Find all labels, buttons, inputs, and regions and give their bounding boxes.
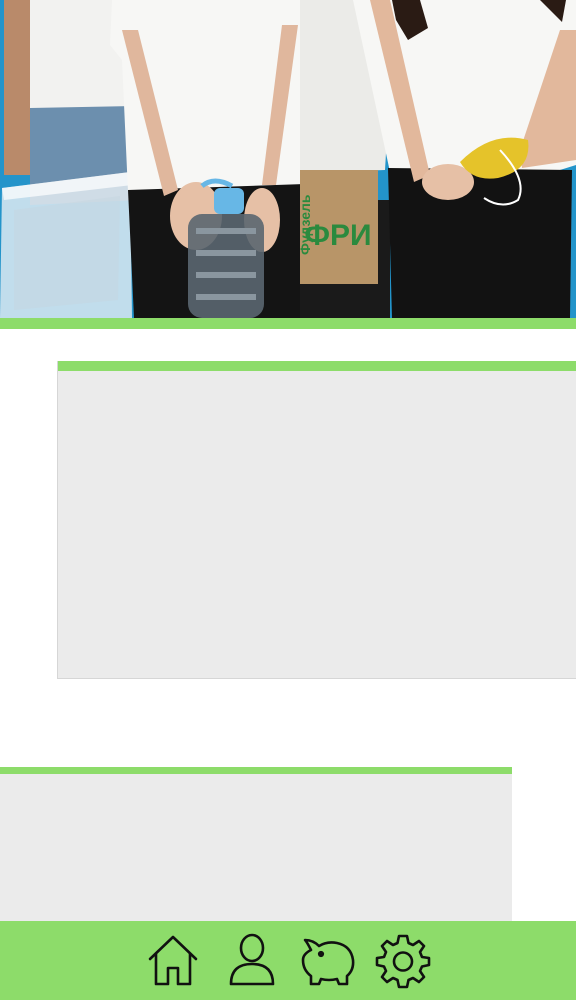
card-accent-bar [0, 767, 512, 774]
user-icon [229, 933, 275, 986]
hero-image: ФРИ Фудзель [0, 0, 576, 318]
svg-text:Фудзель: Фудзель [297, 194, 313, 255]
content-card-1[interactable] [57, 361, 576, 679]
content-card-2[interactable] [0, 767, 512, 927]
home-icon [148, 935, 198, 986]
bottom-nav [0, 921, 576, 1000]
nav-settings-button[interactable] [373, 931, 433, 991]
hero-divider-bar [0, 318, 576, 329]
piggy-bank-icon [301, 938, 355, 986]
card-accent-bar [58, 361, 576, 371]
gear-icon [375, 934, 431, 989]
nav-home-button[interactable] [143, 931, 203, 991]
svg-text:ФРИ: ФРИ [304, 219, 371, 252]
nav-profile-button[interactable] [222, 931, 282, 991]
nav-savings-button[interactable] [298, 931, 358, 991]
